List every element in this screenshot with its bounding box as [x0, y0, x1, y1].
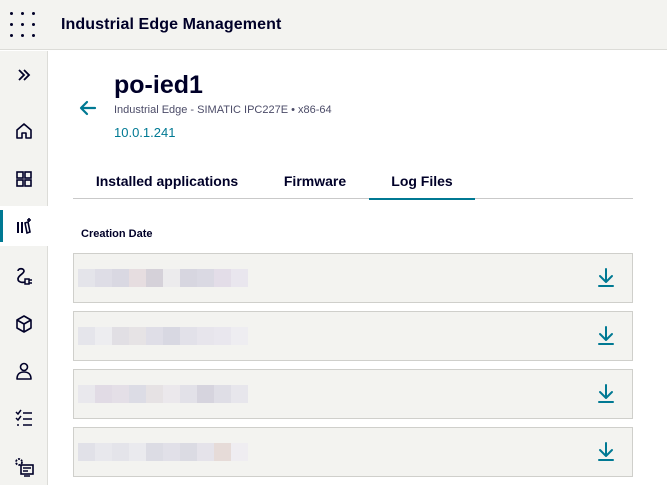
tab-installed-applications[interactable]: Installed applications: [73, 163, 261, 199]
app-switcher-icon[interactable]: [10, 12, 38, 40]
sidebar-item-dashboard[interactable]: [0, 159, 48, 199]
download-icon[interactable]: [596, 441, 616, 463]
redacted-text: [78, 443, 248, 461]
tab-log-files[interactable]: Log Files: [369, 163, 475, 200]
redacted-text: [78, 385, 248, 403]
sidebar-item-users[interactable]: [0, 351, 48, 391]
sidebar-item-devices[interactable]: [0, 206, 48, 246]
device-name: po-ied1: [114, 71, 203, 99]
device-subtitle: Industrial Edge - SIMATIC IPC227E • x86-…: [114, 104, 332, 116]
tab-bar: Installed applications Firmware Log File…: [73, 163, 633, 200]
sidebar-item-tasks[interactable]: [0, 398, 48, 438]
sidebar-item-home[interactable]: [0, 111, 48, 151]
sidebar-item-applications[interactable]: [0, 304, 48, 344]
table-row: [73, 253, 633, 303]
checklist-icon: [15, 409, 32, 426]
sidebar-item-connections[interactable]: [0, 256, 48, 296]
top-bar: Industrial Edge Management: [0, 0, 667, 50]
table-row: [73, 311, 633, 361]
device-library-icon: [17, 218, 31, 235]
cube-icon: [16, 315, 32, 333]
sidebar: [0, 51, 48, 485]
redacted-text: [78, 327, 248, 345]
table-row: [73, 369, 633, 419]
app-title: Industrial Edge Management: [61, 16, 282, 33]
sidebar-item-settings[interactable]: [0, 447, 48, 487]
column-header-creation-date: Creation Date: [81, 228, 153, 240]
redacted-text: [78, 269, 248, 287]
chevrons-right-icon: [18, 69, 31, 81]
download-icon[interactable]: [596, 267, 616, 289]
plug-icon: [17, 267, 32, 285]
tab-firmware[interactable]: Firmware: [261, 163, 369, 199]
table-row: [73, 427, 633, 477]
main-content: po-ied1 Industrial Edge - SIMATIC IPC227…: [48, 51, 667, 485]
back-arrow-icon[interactable]: [78, 98, 98, 118]
download-icon[interactable]: [596, 325, 616, 347]
home-icon: [16, 123, 32, 139]
grid-icon: [16, 171, 32, 187]
sidebar-expand-button[interactable]: [0, 55, 48, 95]
system-settings-icon: [15, 458, 34, 477]
user-icon: [16, 362, 32, 380]
download-icon[interactable]: [596, 383, 616, 405]
device-ip-link[interactable]: 10.0.1.241: [114, 125, 175, 140]
